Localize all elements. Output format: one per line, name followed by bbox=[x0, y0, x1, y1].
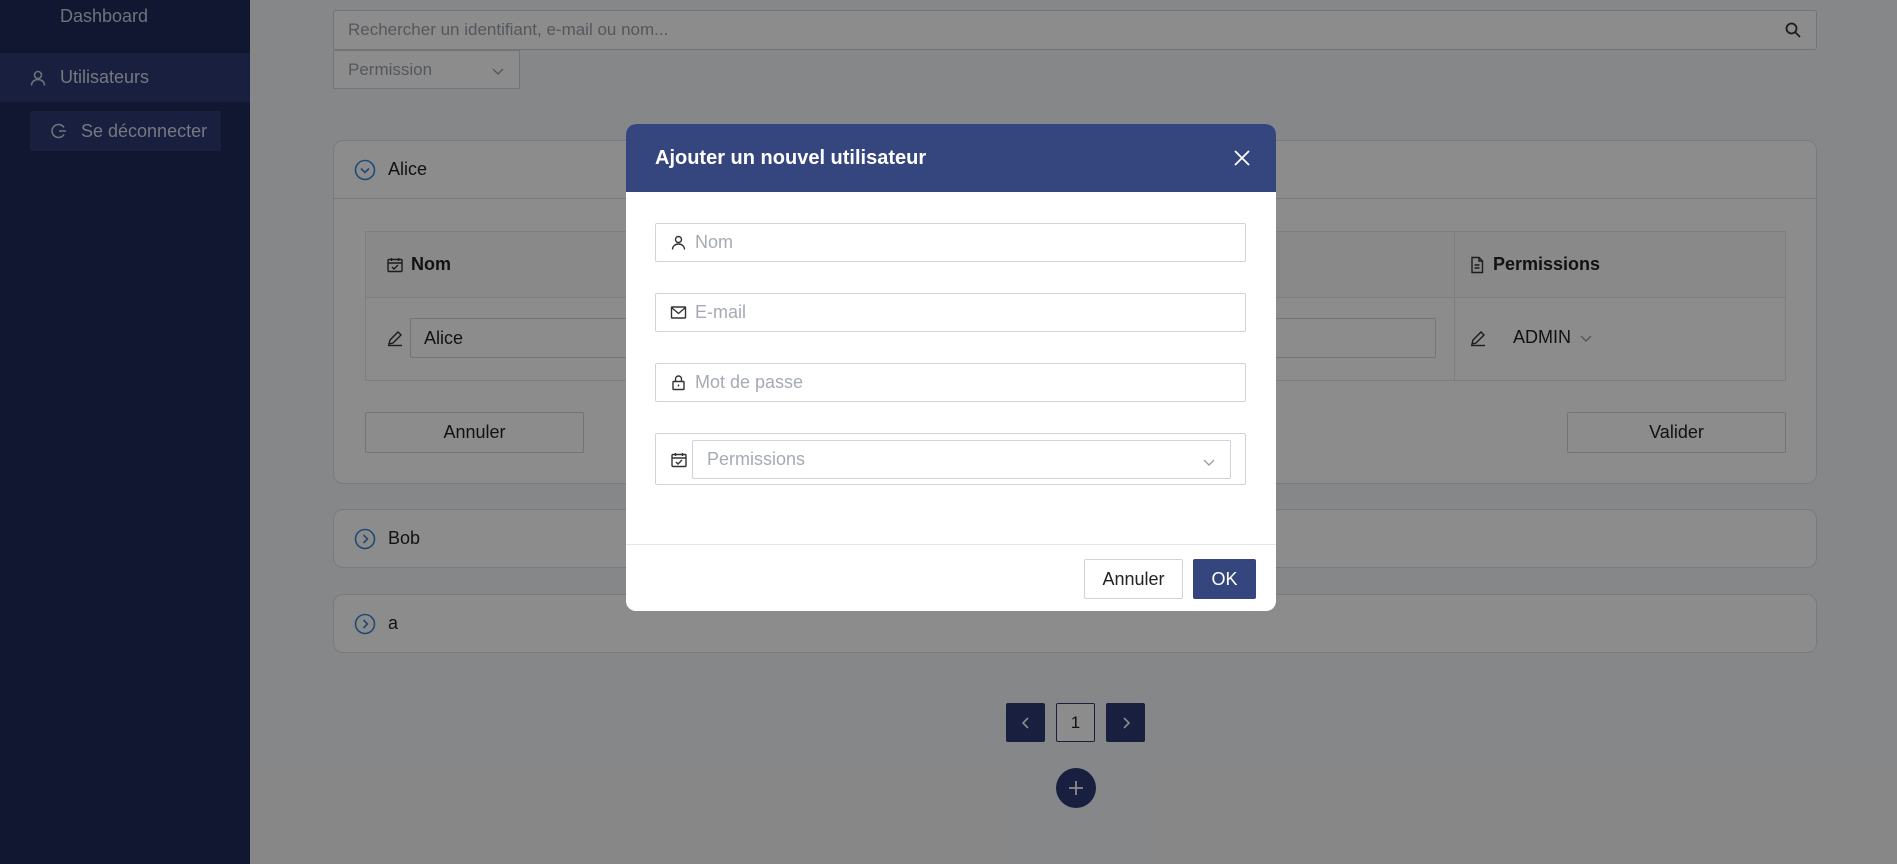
modal-footer: Annuler OK bbox=[626, 544, 1276, 611]
user-icon bbox=[670, 234, 687, 251]
close-icon[interactable] bbox=[1232, 148, 1252, 168]
calendar-check-icon bbox=[670, 451, 688, 469]
chevron-down-icon bbox=[1202, 453, 1216, 467]
permissions-field: Permissions bbox=[655, 433, 1246, 485]
lock-icon bbox=[670, 374, 687, 391]
permissions-select[interactable]: Permissions bbox=[692, 440, 1231, 479]
modal-title: Ajouter un nouvel utilisateur bbox=[655, 146, 927, 169]
modal-header: Ajouter un nouvel utilisateur bbox=[626, 124, 1276, 192]
name-field[interactable]: Nom bbox=[655, 223, 1246, 262]
mail-icon bbox=[670, 304, 687, 321]
ok-button[interactable]: OK bbox=[1193, 559, 1256, 599]
permissions-placeholder: Permissions bbox=[707, 449, 806, 469]
add-user-modal: Ajouter un nouvel utilisateur Nom E-mail… bbox=[626, 124, 1276, 611]
email-placeholder: E-mail bbox=[695, 302, 747, 322]
email-field[interactable]: E-mail bbox=[655, 293, 1246, 332]
cancel-button[interactable]: Annuler bbox=[1084, 559, 1183, 599]
password-field[interactable]: Mot de passe bbox=[655, 363, 1246, 402]
password-placeholder: Mot de passe bbox=[695, 372, 804, 392]
name-placeholder: Nom bbox=[695, 232, 734, 252]
